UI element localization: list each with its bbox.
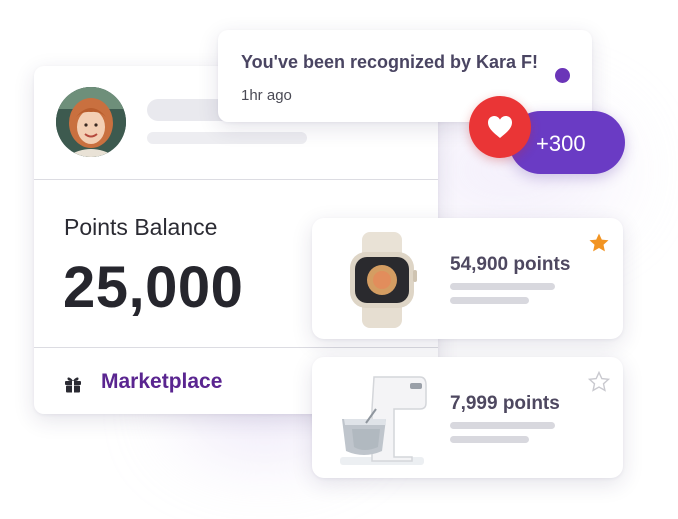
heart-icon — [488, 116, 512, 138]
product-image — [332, 369, 432, 469]
product-card[interactable]: 7,999 points — [312, 357, 623, 478]
stand-mixer-icon — [340, 376, 427, 465]
unread-dot-icon — [555, 68, 570, 83]
product-detail-placeholder — [450, 436, 529, 443]
notification-time: 1hr ago — [241, 87, 292, 104]
product-points: 54,900 points — [450, 254, 571, 275]
points-balance-label: Points Balance — [64, 214, 218, 240]
user-avatar-photo-icon — [56, 87, 126, 157]
points-balance-value: 25,000 — [63, 255, 244, 320]
avatar[interactable] — [56, 87, 126, 157]
gift-icon — [65, 377, 81, 393]
favorite-star-filled-icon[interactable] — [588, 232, 610, 254]
product-detail-placeholder — [450, 297, 529, 304]
product-image — [332, 230, 432, 330]
product-points: 7,999 points — [450, 393, 560, 414]
smartwatch-icon — [350, 232, 417, 328]
recognition-notification[interactable]: You've been recognized by Kara F! 1hr ag… — [218, 30, 592, 122]
marketplace-label: Marketplace — [101, 370, 223, 393]
subtitle-placeholder — [147, 132, 307, 144]
notification-title: You've been recognized by Kara F! — [241, 52, 539, 72]
points-awarded-value: +300 — [536, 131, 586, 156]
heart-badge — [469, 96, 531, 158]
recognition-rewards-illustration: Points Balance 25,000 Marketplace You've… — [0, 0, 678, 519]
product-detail-placeholder — [450, 422, 555, 429]
favorite-star-outline-icon[interactable] — [588, 371, 610, 393]
product-detail-placeholder — [450, 283, 555, 290]
product-card[interactable]: 54,900 points — [312, 218, 623, 339]
